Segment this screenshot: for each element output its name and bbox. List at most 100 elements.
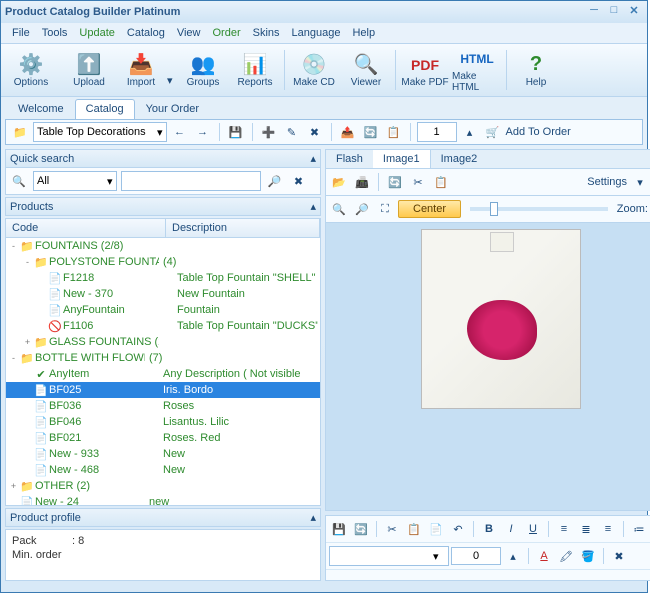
tab-flash[interactable]: Flash xyxy=(326,150,373,168)
category-combo[interactable]: ▾ xyxy=(33,122,167,142)
expand-icon[interactable]: - xyxy=(8,353,19,363)
menu-order[interactable]: Order xyxy=(207,25,245,41)
import-dropdown[interactable]: ▾ xyxy=(167,54,177,87)
zoom-slider[interactable] xyxy=(470,207,608,211)
tree-row[interactable]: 📄BF036Roses xyxy=(6,398,320,414)
products-tree[interactable]: Code Description -📁FOUNTAINS (2/8)-📁POLY… xyxy=(5,218,321,506)
edit-item-button[interactable]: ✎ xyxy=(282,122,302,142)
tab-your-order[interactable]: Your Order xyxy=(135,99,210,119)
col-code[interactable]: Code xyxy=(6,219,166,237)
menu-catalog[interactable]: Catalog xyxy=(122,25,170,41)
help-button[interactable]: ?Help xyxy=(510,46,562,94)
makecd-button[interactable]: 💿Make CD xyxy=(288,46,340,94)
collapse-icon[interactable]: ▴ xyxy=(310,511,316,524)
search-field-input[interactable] xyxy=(37,175,107,187)
delete-item-button[interactable]: ✖ xyxy=(305,122,325,142)
slider-thumb[interactable] xyxy=(490,202,498,216)
ed-align-center-button[interactable]: ≣ xyxy=(576,519,596,539)
ed-undo-button[interactable]: ↶ xyxy=(448,519,468,539)
nav-forward-button[interactable]: → xyxy=(193,122,213,142)
expand-icon[interactable]: + xyxy=(8,481,19,491)
search-input[interactable] xyxy=(121,171,261,191)
tree-row[interactable]: 🚫F1106Table Top Fountain "DUCKS" xyxy=(6,318,320,334)
viewer-button[interactable]: 🔍Viewer xyxy=(340,46,392,94)
menu-tools[interactable]: Tools xyxy=(37,25,73,41)
ed-italic-button[interactable]: I xyxy=(501,519,521,539)
highlight-button[interactable]: 🖍 xyxy=(556,546,576,566)
collapse-icon[interactable]: ▴ xyxy=(310,200,316,213)
tree-row[interactable]: 📄New - 933New xyxy=(6,446,320,462)
tree-row[interactable]: 📄BF046Lisantus. Lilic xyxy=(6,414,320,430)
makepdf-button[interactable]: PDFMake PDF xyxy=(399,46,451,94)
search-go-button[interactable]: 🔎 xyxy=(265,171,285,191)
rotate-button[interactable]: 🔄 xyxy=(385,172,405,192)
tab-image1[interactable]: Image1 xyxy=(373,150,431,168)
filter-icon[interactable]: 🔍 xyxy=(9,171,29,191)
category-input[interactable] xyxy=(37,126,157,138)
groups-button[interactable]: 👥Groups xyxy=(177,46,229,94)
expand-icon[interactable]: - xyxy=(22,257,33,267)
tab-welcome[interactable]: Welcome xyxy=(7,99,75,119)
collapse-icon[interactable]: ▴ xyxy=(310,152,316,165)
tree-row[interactable]: -📁FOUNTAINS (2/8) xyxy=(6,238,320,254)
crop-button[interactable]: ✂ xyxy=(408,172,428,192)
zoom-out-button[interactable]: 🔎 xyxy=(352,199,372,219)
paste-image-button[interactable]: 📋 xyxy=(431,172,451,192)
minimize-button[interactable]: ─ xyxy=(585,4,603,20)
fit-button[interactable]: ⛶ xyxy=(375,199,395,219)
add-item-button[interactable]: ➕ xyxy=(259,122,279,142)
menu-update[interactable]: Update xyxy=(74,25,119,41)
makehtml-button[interactable]: HTMLMake HTML xyxy=(451,46,503,94)
col-description[interactable]: Description xyxy=(166,219,320,237)
ed-copy-button[interactable]: 📋 xyxy=(404,519,424,539)
ed-bullets-button[interactable]: ≔ xyxy=(629,519,649,539)
tree-row[interactable]: -📁POLYSTONE FOUNTAINS(4) xyxy=(6,254,320,270)
tab-catalog[interactable]: Catalog xyxy=(75,99,135,119)
ed-align-left-button[interactable]: ≡ xyxy=(554,519,574,539)
ed-underline-button[interactable]: U xyxy=(523,519,543,539)
open-image-button[interactable]: 📂 xyxy=(329,172,349,192)
menu-language[interactable]: Language xyxy=(287,25,346,41)
expand-icon[interactable]: + xyxy=(22,337,33,347)
font-size-input[interactable] xyxy=(451,547,501,565)
add-to-order-label[interactable]: Add To Order xyxy=(506,126,571,138)
qty-up-button[interactable]: ▴ xyxy=(460,122,480,142)
tree-row[interactable]: 📄New - 24new xyxy=(6,494,320,506)
ed-paste-button[interactable]: 📄 xyxy=(426,519,446,539)
clear-format-button[interactable]: ✖ xyxy=(609,546,629,566)
category-icon[interactable]: 📁 xyxy=(10,122,30,142)
tab-image2[interactable]: Image2 xyxy=(431,150,488,168)
ed-refresh-button[interactable]: 🔄 xyxy=(351,519,371,539)
tree-row[interactable]: 📄BF025Iris. Bordo xyxy=(6,382,320,398)
ed-bold-button[interactable]: B xyxy=(479,519,499,539)
save-button[interactable]: 💾 xyxy=(226,122,246,142)
import-button[interactable]: 📥Import xyxy=(115,46,167,94)
menu-view[interactable]: View xyxy=(172,25,206,41)
tree-row[interactable]: -📁BOTTLE WITH FLOWERS(7) xyxy=(6,350,320,366)
zoom-in-button[interactable]: 🔍 xyxy=(329,199,349,219)
copy-button[interactable]: 📋 xyxy=(384,122,404,142)
search-clear-button[interactable]: ✖ xyxy=(289,171,309,191)
tree-row[interactable]: 📄AnyFountainFountain xyxy=(6,302,320,318)
font-size-spinner[interactable]: ▴ xyxy=(503,546,523,566)
tree-row[interactable]: 📄F1218Table Top Fountain "SHELL" xyxy=(6,270,320,286)
upload-button[interactable]: ⬆️Upload xyxy=(63,46,115,94)
ed-cut-button[interactable]: ✂ xyxy=(382,519,402,539)
expand-icon[interactable]: - xyxy=(8,241,19,251)
tree-row[interactable]: +📁GLASS FOUNTAINS (2) xyxy=(6,334,320,350)
quantity-input[interactable] xyxy=(417,122,457,142)
center-button[interactable]: Center xyxy=(398,200,461,218)
tree-row[interactable]: 📄BF021Roses. Red xyxy=(6,430,320,446)
font-combo[interactable]: ▾ xyxy=(329,546,449,566)
ed-save-button[interactable]: 💾 xyxy=(329,519,349,539)
tree-row[interactable]: ✔AnyItemAny Description ( Not visible xyxy=(6,366,320,382)
ed-align-right-button[interactable]: ≡ xyxy=(598,519,618,539)
options-button[interactable]: ⚙️Options xyxy=(5,46,57,94)
refresh-button[interactable]: 🔄 xyxy=(361,122,381,142)
image-viewport[interactable] xyxy=(325,223,650,511)
tree-row[interactable]: 📄New - 370New Fountain xyxy=(6,286,320,302)
menu-skins[interactable]: Skins xyxy=(248,25,285,41)
fill-button[interactable]: 🪣 xyxy=(578,546,598,566)
settings-label[interactable]: Settings xyxy=(587,176,627,188)
search-field-combo[interactable]: ▾ xyxy=(33,171,117,191)
